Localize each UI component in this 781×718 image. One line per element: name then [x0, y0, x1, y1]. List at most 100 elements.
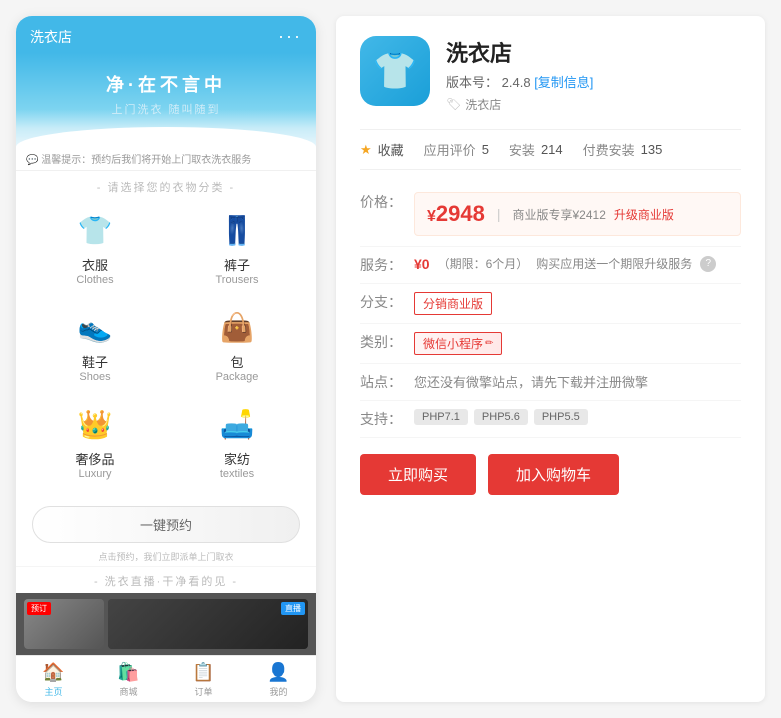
app-name: 洗衣店 — [446, 36, 741, 68]
copy-info-link[interactable]: [复制信息] — [534, 75, 593, 90]
service-free: ¥0 — [414, 256, 430, 272]
phone-header: 洗衣店 ··· — [16, 16, 316, 53]
paid-count: 135 — [641, 142, 663, 157]
book-button[interactable]: 一键预约 — [32, 506, 300, 543]
php-version-1: PHP7.1 — [414, 409, 468, 425]
live-thumb-2[interactable]: 直播 — [108, 599, 308, 649]
tab-orders-label: 订单 — [194, 685, 212, 698]
textiles-cn: 家纺 — [224, 449, 250, 468]
phone-notice: 💬 温馨提示：预约后我们将开始上门取衣洗衣服务 — [16, 147, 316, 171]
cat-item-package[interactable]: 👜 包 Package — [166, 296, 308, 393]
install-count: 214 — [541, 142, 563, 157]
category-row: 类别： 微信小程序 — [360, 324, 741, 364]
tab-shop-label: 商城 — [119, 685, 137, 698]
app-stats: ★ 收藏 应用评价 5 安装 214 付费安装 135 — [360, 129, 741, 170]
package-en: Package — [216, 371, 259, 383]
trousers-icon: 👖 — [216, 209, 258, 251]
app-version: 版本号： 2.4.8 [复制信息] — [446, 72, 741, 91]
live-thumb-1[interactable]: 预订 — [24, 599, 104, 649]
textiles-icon: 🛋️ — [216, 403, 258, 445]
tab-home[interactable]: 🏠 主页 — [42, 662, 64, 698]
star-icon: ★ — [360, 142, 372, 158]
tab-orders[interactable]: 📋 订单 — [192, 662, 214, 698]
price-upgrade-link[interactable]: 升级商业版 — [614, 206, 674, 223]
phone-panel: 洗衣店 ··· 净·在不言中 上门洗衣 随叫随到 💬 温馨提示：预约后我们将开始… — [16, 16, 316, 702]
cat-item-luxury[interactable]: 👑 奢侈品 Luxury — [24, 393, 166, 490]
tab-shop[interactable]: 🛍️ 商城 — [117, 662, 139, 698]
live-section-title: - 洗衣直播·干净看的见 - — [16, 566, 316, 593]
price-content: ¥2948 | 商业版专享¥2412 升级商业版 — [414, 192, 741, 238]
app-header: 👕 洗衣店 版本号： 2.4.8 [复制信息] 🏷 洗衣店 — [360, 36, 741, 113]
cat-item-textiles[interactable]: 🛋️ 家纺 textiles — [166, 393, 308, 490]
add-to-cart-button[interactable]: 加入购物车 — [488, 454, 619, 495]
tagline-sub: 上门洗衣 随叫随到 — [30, 101, 302, 117]
action-buttons: 立即购买 加入购物车 — [360, 454, 741, 495]
site-row: 站点： 您还没有微擎站点，请先下载并注册微擎 — [360, 364, 741, 401]
service-row: 服务： ¥0 （期限：6个月） 购买应用送一个期限升级服务 ? — [360, 247, 741, 284]
shoes-cn: 鞋子 — [82, 352, 108, 371]
app-info: 洗衣店 版本号： 2.4.8 [复制信息] 🏷 洗衣店 — [446, 36, 741, 113]
clothes-icon: 👕 — [74, 209, 116, 251]
more-dots[interactable]: ··· — [278, 26, 302, 47]
version-label: 版本号： — [446, 75, 498, 90]
price-row: 价格： ¥2948 | 商业版专享¥2412 升级商业版 — [360, 184, 741, 247]
live-strip: 预订 直播 — [16, 593, 316, 655]
luxury-cn: 奢侈品 — [75, 449, 114, 468]
tab-profile-label: 我的 — [269, 685, 287, 698]
luxury-en: Luxury — [78, 468, 111, 480]
package-icon: 👜 — [216, 306, 258, 348]
shoes-en: Shoes — [79, 371, 110, 383]
luxury-icon: 👑 — [74, 403, 116, 445]
cat-item-trousers[interactable]: 👖 裤子 Trousers — [166, 199, 308, 296]
php-version-2: PHP5.6 — [474, 409, 528, 425]
book-btn-wrap: 一键预约 — [16, 498, 316, 547]
tab-profile[interactable]: 👤 我的 — [267, 662, 289, 698]
cat-item-clothes[interactable]: 👕 衣服 Clothes — [24, 199, 166, 296]
site-content: 您还没有微擎站点，请先下载并注册微擎 — [414, 372, 741, 391]
phone-title: 洗衣店 — [30, 27, 72, 47]
app-tag: 🏷 洗衣店 — [446, 96, 501, 113]
support-content: PHP7.1 PHP5.6 PHP5.5 — [414, 409, 741, 425]
service-label: 服务： — [360, 255, 414, 275]
paid-label: 付费安装 — [583, 140, 635, 159]
price-divider: | — [497, 206, 501, 222]
main-container: 洗衣店 ··· 净·在不言中 上门洗衣 随叫随到 💬 温馨提示：预约后我们将开始… — [16, 16, 765, 702]
tab-home-label: 主页 — [44, 685, 62, 698]
review-label: 应用评价 — [424, 140, 476, 159]
price-value: 2948 — [436, 201, 485, 226]
profile-icon: 👤 — [267, 662, 289, 683]
version-number: 2.4.8 — [502, 75, 531, 90]
branch-label: 分支： — [360, 292, 414, 312]
stat-paid: 付费安装 135 — [583, 140, 663, 159]
app-icon-wrap: 👕 — [360, 36, 430, 106]
service-period: （期限：6个月） — [438, 255, 529, 272]
stat-collect[interactable]: ★ 收藏 — [360, 140, 404, 159]
service-upgrade: 购买应用送一个期限升级服务 — [536, 255, 692, 272]
tag-icon: 🏷 — [446, 97, 461, 111]
buy-now-button[interactable]: 立即购买 — [360, 454, 476, 495]
service-box: ¥0 （期限：6个月） 购买应用送一个期限升级服务 ? — [414, 255, 741, 272]
category-section-title: - 请选择您的衣物分类 - — [16, 171, 316, 199]
service-help-icon[interactable]: ? — [700, 256, 716, 272]
shoes-icon: 👟 — [74, 306, 116, 348]
category-tag[interactable]: 微信小程序 — [414, 332, 502, 355]
cat-item-shoes[interactable]: 👟 鞋子 Shoes — [24, 296, 166, 393]
branch-tag[interactable]: 分销商业版 — [414, 292, 492, 315]
support-row: 支持： PHP7.1 PHP5.6 PHP5.5 — [360, 401, 741, 438]
php-version-3: PHP5.5 — [534, 409, 588, 425]
site-text: 您还没有微擎站点，请先下载并注册微擎 — [414, 375, 648, 390]
price-main: ¥2948 — [427, 201, 485, 227]
category-label: 类别： — [360, 332, 414, 352]
live-badge-2: 直播 — [281, 602, 305, 615]
app-icon: 👕 — [373, 50, 418, 92]
support-label: 支持： — [360, 409, 414, 429]
app-tag-text: 洗衣店 — [465, 96, 501, 113]
review-count: 5 — [482, 142, 489, 157]
php-badges: PHP7.1 PHP5.6 PHP5.5 — [414, 409, 741, 425]
price-vip: 商业版专享¥2412 — [513, 206, 606, 223]
category-content: 微信小程序 — [414, 332, 741, 355]
live-badge-1: 预订 — [27, 602, 51, 615]
install-label: 安装 — [509, 140, 535, 159]
phone-tabbar: 🏠 主页 🛍️ 商城 📋 订单 👤 我的 — [16, 655, 316, 702]
branch-row: 分支： 分销商业版 — [360, 284, 741, 324]
